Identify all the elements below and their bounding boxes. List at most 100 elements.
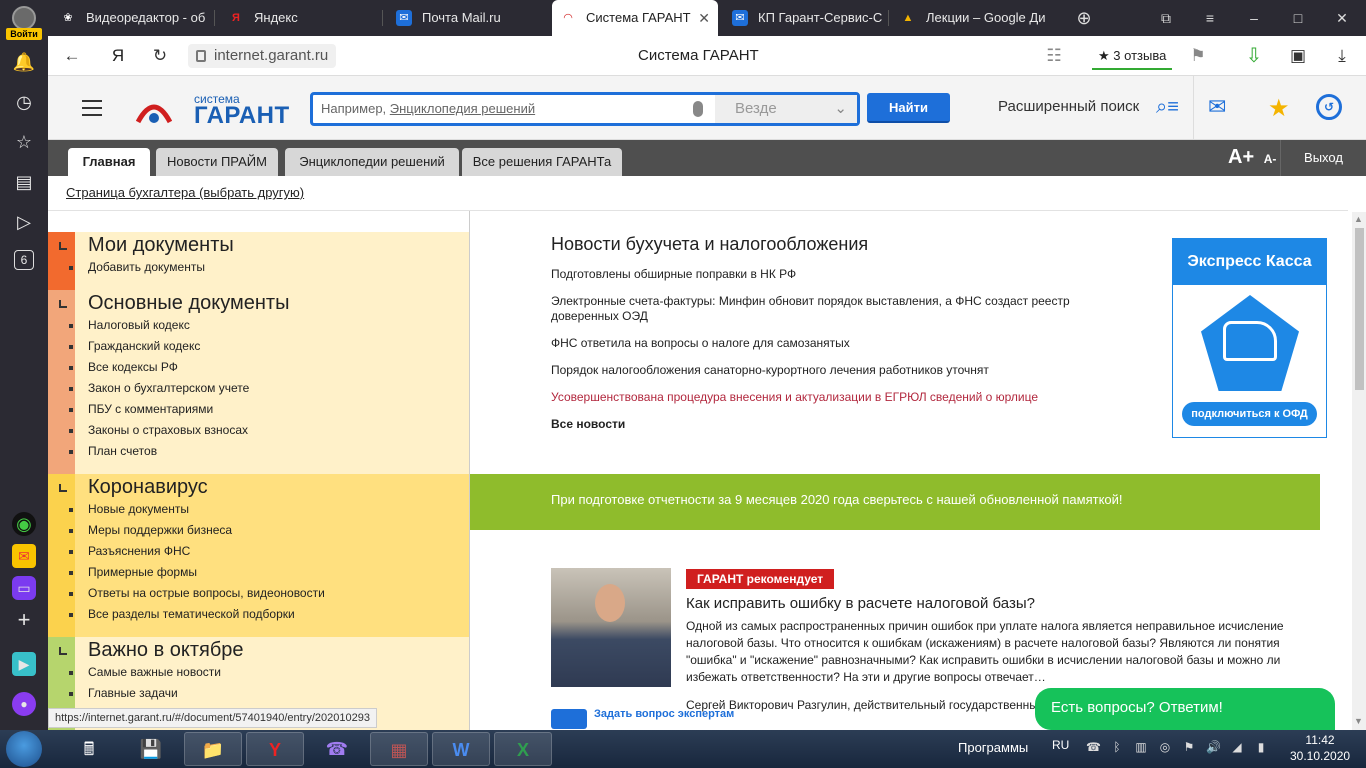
advanced-search-icon[interactable]: ⌕≡ xyxy=(1156,96,1186,120)
collapse-toggle-icon[interactable] xyxy=(59,242,67,250)
section-title[interactable]: Мои документы xyxy=(88,234,234,257)
section-link[interactable]: Ответы на острые вопросы, видеоновости xyxy=(69,583,325,604)
volume-icon[interactable]: 🔊 xyxy=(1206,740,1221,756)
section-title[interactable]: Коронавирус xyxy=(88,476,208,499)
star-icon[interactable]: ☆ xyxy=(12,130,36,154)
recommend-title[interactable]: Как исправить ошибку в расчете налоговой… xyxy=(686,595,1035,612)
play-icon[interactable]: ▷ xyxy=(12,210,36,234)
mail-app-icon[interactable]: ✉ xyxy=(12,544,36,568)
section-link[interactable]: Самые важные новости xyxy=(69,662,221,683)
section-link[interactable]: Налоговый кодекс xyxy=(68,315,249,336)
tray-programs[interactable]: Программы xyxy=(958,740,1028,755)
viber-tray-icon[interactable]: ☎ xyxy=(1086,740,1101,756)
minimize-icon[interactable]: – xyxy=(1234,0,1274,36)
collapse-toggle-icon[interactable] xyxy=(59,300,67,308)
garant-logo[interactable]: система ГАРАНТ xyxy=(136,90,289,130)
alice-camera-icon[interactable]: ◉ xyxy=(12,512,36,536)
font-decrease-button[interactable]: A- xyxy=(1264,152,1277,166)
scrollbar-thumb[interactable] xyxy=(1355,228,1364,390)
tab-garant[interactable]: ◠ Система ГАРАНТ ✕ xyxy=(552,0,718,36)
section-link[interactable]: Все разделы тематической подборки xyxy=(69,604,325,625)
yandex-home-icon[interactable]: Я xyxy=(106,44,130,68)
calculator-icon[interactable]: 🖩 xyxy=(60,732,118,766)
battery-icon[interactable]: ▮ xyxy=(1254,740,1268,756)
chat-button[interactable]: Есть вопросы? Ответим! xyxy=(1035,688,1335,730)
video-app-icon[interactable]: ▶ xyxy=(12,652,36,676)
ask-experts-link[interactable]: Задать вопрос экспертам xyxy=(594,707,734,721)
advanced-search-link[interactable]: Расширенный поиск xyxy=(998,98,1139,115)
viber-icon[interactable]: ☎ xyxy=(308,732,366,766)
tabs-manager-icon[interactable]: ⧉ xyxy=(1146,0,1186,36)
ok-icon[interactable]: ◎ xyxy=(1158,740,1172,756)
tab-video-editor[interactable]: ❀ Видеоредактор - об xyxy=(52,0,212,36)
downloads-icon[interactable]: ⤓ xyxy=(1330,44,1354,68)
notice-banner[interactable]: При подготовке отчетности за 9 месяцев 2… xyxy=(470,474,1320,530)
microphone-icon[interactable] xyxy=(693,101,703,117)
excel-icon[interactable]: X xyxy=(494,732,552,766)
tab-google-drive[interactable]: ▲ Лекции – Google Ди xyxy=(892,0,1056,36)
section-link[interactable]: Примерные формы xyxy=(69,562,325,583)
tab-main[interactable]: Главная xyxy=(68,148,150,176)
history-icon[interactable]: ◷ xyxy=(12,90,36,114)
download-manager-icon[interactable]: ⇩ xyxy=(1242,44,1266,68)
tab-yandex[interactable]: Я Яндекс xyxy=(220,0,380,36)
back-icon[interactable]: ← xyxy=(60,44,84,68)
clock[interactable]: 11:42 30.10.2020 xyxy=(1290,732,1350,764)
news-item[interactable]: Подготовлены обширные поправки в НК РФ xyxy=(551,267,1071,282)
logout-button[interactable]: Выход xyxy=(1280,140,1366,176)
network-icon[interactable]: ▥ xyxy=(1134,740,1148,756)
tab-prime-news[interactable]: Новости ПРАЙМ xyxy=(156,148,278,176)
profile-button[interactable]: Войти xyxy=(6,4,42,40)
word-icon[interactable]: W xyxy=(432,732,490,766)
bell-icon[interactable]: 🔔 xyxy=(12,50,36,74)
url-field[interactable]: internet.garant.ru xyxy=(188,44,337,68)
search-scope-select[interactable]: Везде ⌄ xyxy=(715,95,857,123)
section-link[interactable]: Все кодексы РФ xyxy=(68,357,249,378)
messenger-icon[interactable]: ▭ xyxy=(12,576,36,600)
collapse-toggle-icon[interactable] xyxy=(59,484,67,492)
extensions-icon[interactable]: ▣ xyxy=(1286,44,1310,68)
explorer-icon[interactable]: 📁 xyxy=(184,732,242,766)
winrar-icon[interactable]: ▦ xyxy=(370,732,428,766)
close-tab-icon[interactable]: ✕ xyxy=(698,0,710,36)
tab-encyclopedias[interactable]: Энциклопедии решений xyxy=(285,148,459,176)
search-example-link[interactable]: Энциклопедия решений xyxy=(390,101,535,116)
mail-consult-icon[interactable]: ✉ xyxy=(1208,94,1244,122)
font-increase-button[interactable]: A+ xyxy=(1228,146,1254,168)
find-button[interactable]: Найти xyxy=(867,93,950,123)
add-app-icon[interactable]: + xyxy=(12,608,36,632)
bluetooth-icon[interactable]: ᛒ xyxy=(1110,740,1124,756)
section-link[interactable]: Гражданский кодекс xyxy=(68,336,249,357)
section-title[interactable]: Важно в октябре xyxy=(88,639,244,662)
reviews-button[interactable]: ★ 3 отзыва xyxy=(1092,42,1173,70)
reload-icon[interactable]: ↻ xyxy=(148,44,172,68)
search-input[interactable]: Например, Энциклопедия решений Везде ⌄ xyxy=(310,92,860,126)
news-item[interactable]: Порядок налогообложения санаторно-курорт… xyxy=(551,363,1071,378)
tab-kp-garant[interactable]: ✉ КП Гарант-Сервис-С xyxy=(724,0,884,36)
yandex-browser-icon[interactable]: Y xyxy=(246,732,304,766)
collapse-toggle-icon[interactable] xyxy=(59,647,67,655)
section-link[interactable]: Главные задачи xyxy=(69,683,221,704)
section-link[interactable]: ПБУ с комментариями xyxy=(68,399,249,420)
scrollbar[interactable]: ▲ ▼ xyxy=(1352,212,1366,730)
favorites-star-icon[interactable]: ★ xyxy=(1268,94,1290,123)
section-link[interactable]: Законы о страховых взносах xyxy=(68,420,249,441)
flag-icon[interactable]: ⚑ xyxy=(1182,740,1196,756)
news-item-highlight[interactable]: Усовершенствована процедура внесения и а… xyxy=(551,390,1071,405)
news-item[interactable]: Электронные счета-фактуры: Минфин обнови… xyxy=(551,294,1071,324)
wifi-icon[interactable]: ◢ xyxy=(1230,740,1244,756)
start-button[interactable] xyxy=(6,731,42,767)
maximize-icon[interactable]: □ xyxy=(1278,0,1318,36)
connect-ofd-button[interactable]: подключиться к ОФД xyxy=(1182,402,1317,426)
menu-icon[interactable]: ≡ xyxy=(1190,0,1230,36)
scroll-down-icon[interactable]: ▼ xyxy=(1354,716,1363,726)
section-link[interactable]: Закон о бухгалтерском учете xyxy=(68,378,249,399)
counter-badge-icon[interactable]: 6 xyxy=(14,250,34,270)
tab-all-solutions[interactable]: Все решения ГАРАНТа xyxy=(462,148,622,176)
hamburger-menu-icon[interactable] xyxy=(82,100,102,116)
close-window-icon[interactable]: ✕ xyxy=(1322,0,1362,36)
section-title[interactable]: Основные документы xyxy=(88,292,289,315)
section-link[interactable]: Новые документы xyxy=(69,499,325,520)
translate-icon[interactable]: ☷ xyxy=(1042,44,1066,68)
news-item[interactable]: ФНС ответила на вопросы о налоге для сам… xyxy=(551,336,1071,351)
